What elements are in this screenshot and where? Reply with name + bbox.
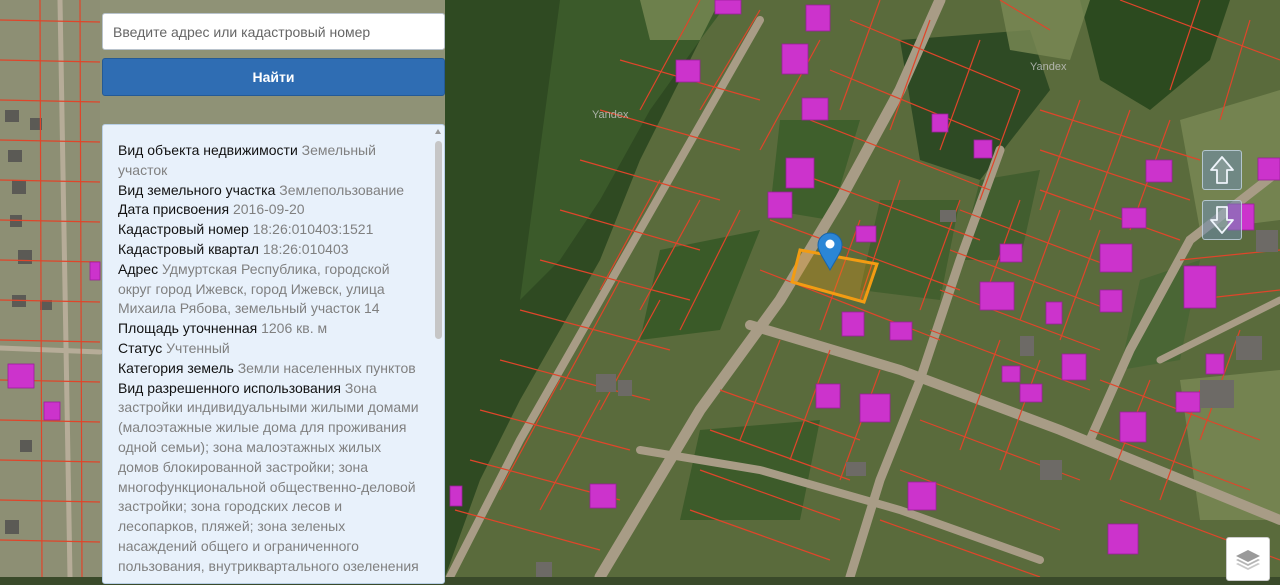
info-key: Кадастровый квартал <box>118 240 259 257</box>
info-key: Площадь уточненная <box>118 320 258 337</box>
scrollbar-thumb[interactable] <box>435 141 442 339</box>
info-key: Категория земель <box>118 359 234 376</box>
info-value: Зона застройки индивидуальными жилыми до… <box>118 379 419 574</box>
info-row-parcel-type: Вид земельного участка Землепользование <box>118 181 422 201</box>
info-key: Вид объекта недвижимости <box>118 142 298 158</box>
info-value: 2016-09-20 <box>232 201 305 218</box>
info-key: Кадастровый номер <box>118 221 249 238</box>
info-value: 18:26:010403 <box>262 240 349 257</box>
info-key: Вид разрешенного использования <box>118 379 341 396</box>
info-row-permitted-use: Вид разрешенного использования Зона заст… <box>118 379 422 577</box>
info-value: Удмуртская Республика, городской округ г… <box>118 260 390 317</box>
info-value: 1206 кв. м <box>261 320 328 337</box>
find-button[interactable]: Найти <box>102 58 445 96</box>
parcel-info-list: Вид объекта недвижимости Земельный участ… <box>103 125 444 577</box>
info-key: Дата присвоения <box>118 201 230 218</box>
info-row-cadastral-quarter: Кадастровый квартал 18:26:010403 <box>118 240 422 260</box>
yandex-watermark-2: Yandex <box>1030 61 1067 73</box>
info-key: Статус <box>118 339 163 356</box>
info-row-address: Адрес Удмуртская Республика, городской о… <box>118 260 422 319</box>
parcel-info-panel[interactable]: Вид объекта недвижимости Земельный участ… <box>102 124 445 584</box>
info-row-cadastral-number: Кадастровый номер 18:26:010403:1521 <box>118 220 422 240</box>
arrow-up-icon <box>1210 156 1234 184</box>
info-value: Учтенный <box>166 339 230 356</box>
info-scrollbar[interactable] <box>435 129 442 581</box>
scroll-up-arrow-icon[interactable] <box>435 129 441 134</box>
yandex-watermark-1: Yandex <box>592 109 629 121</box>
info-row-object-type: Вид объекта недвижимости Земельный участ… <box>118 141 422 181</box>
info-row-status: Статус Учтенный <box>118 339 422 359</box>
info-value: Землепользование <box>279 181 405 198</box>
search-input[interactable] <box>102 13 445 50</box>
info-value: 18:26:010403:1521 <box>252 221 374 238</box>
info-value: Земли населенных пунктов <box>237 359 416 376</box>
layers-icon <box>1236 550 1260 570</box>
pan-down-button[interactable] <box>1202 200 1242 240</box>
info-key: Вид земельного участка <box>118 181 276 198</box>
info-row-area: Площадь уточненная 1206 кв. м <box>118 319 422 339</box>
arrow-down-icon <box>1210 206 1234 234</box>
pan-up-button[interactable] <box>1202 150 1242 190</box>
layers-button[interactable] <box>1226 537 1270 581</box>
info-row-assignment-date: Дата присвоения 2016-09-20 <box>118 200 422 220</box>
info-row-land-category: Категория земель Земли населенных пункто… <box>118 359 422 379</box>
info-key: Адрес <box>118 260 159 277</box>
